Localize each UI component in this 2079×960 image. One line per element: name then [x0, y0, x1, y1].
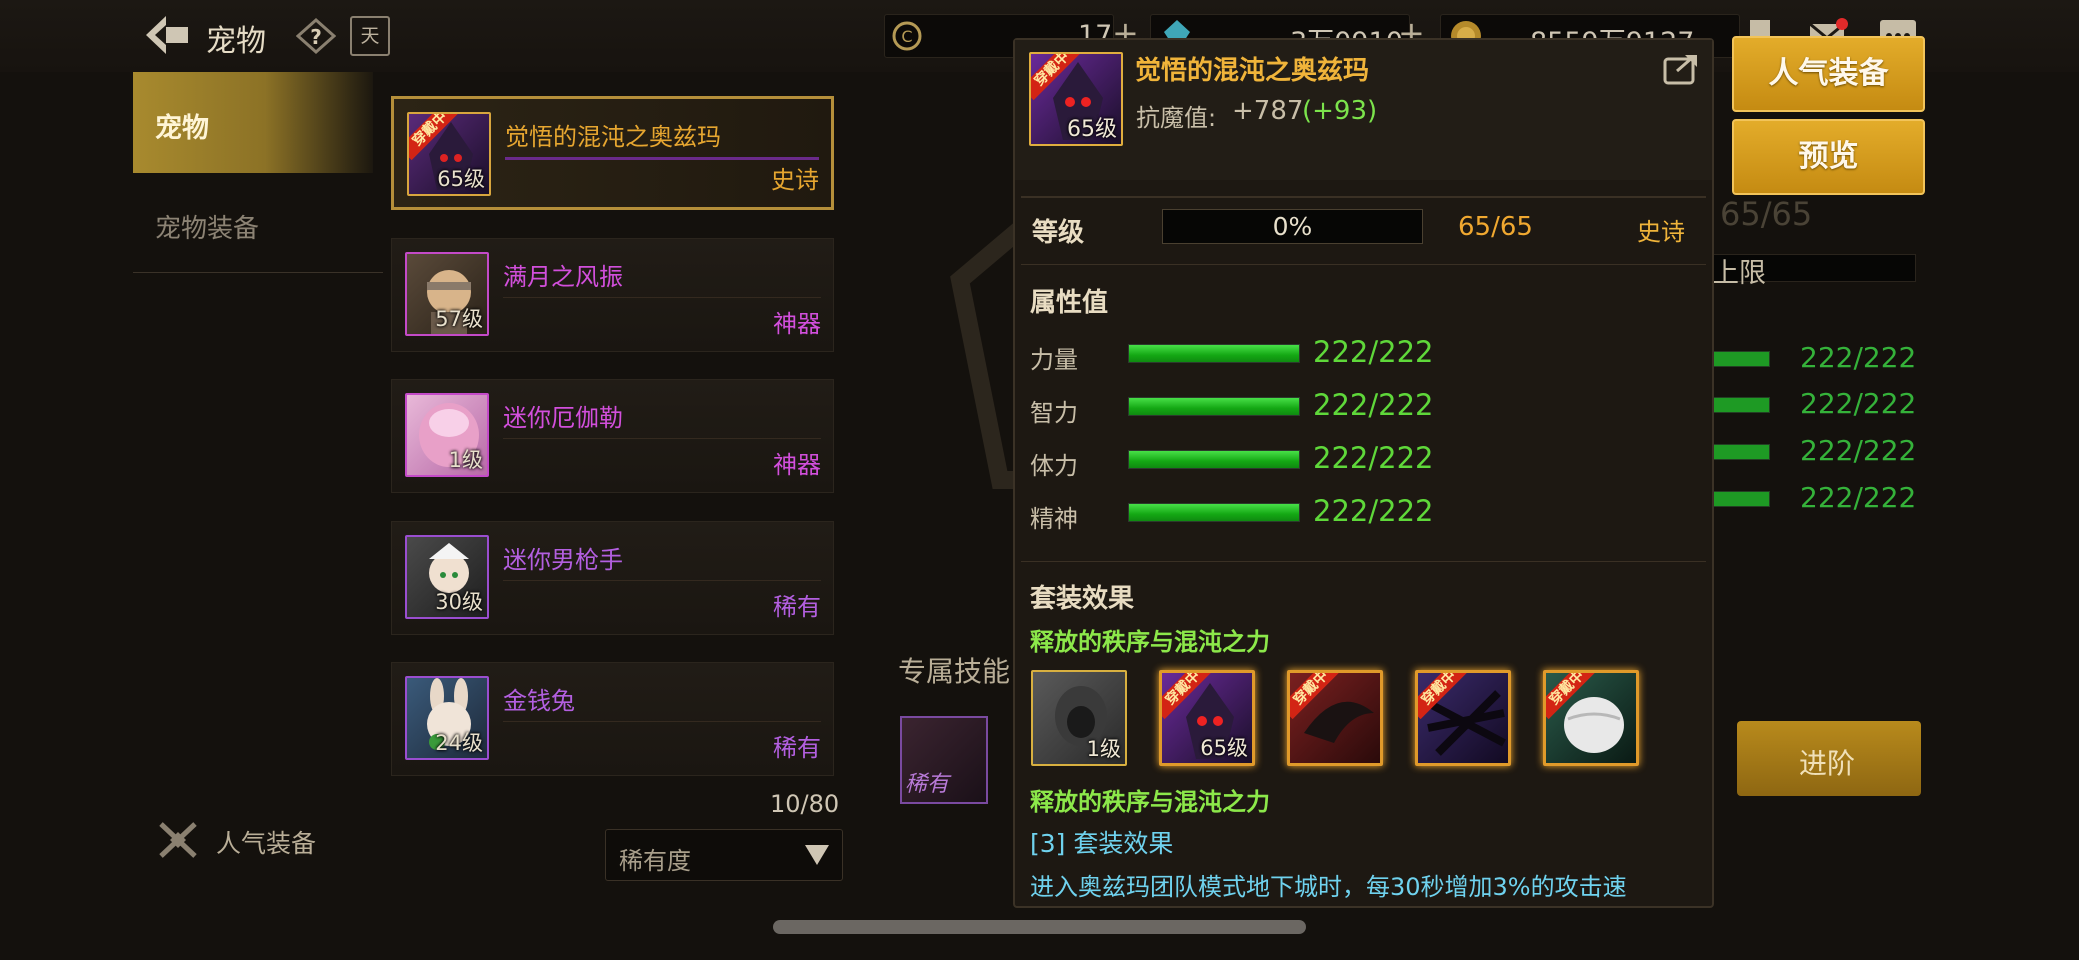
calendar-icon: 天	[360, 25, 380, 47]
stat-value: 222/222	[1313, 441, 1434, 475]
nav-divider	[133, 272, 383, 273]
set-effect-title: 套装效果	[1030, 584, 1135, 614]
resist-bonus: (+93)	[1302, 96, 1378, 126]
pet-list-item[interactable]: 24级 金钱兔 稀有	[391, 662, 834, 776]
stat-value: 222/222	[1313, 388, 1434, 422]
share-icon	[1663, 55, 1697, 85]
bg-stat-value: 222/222	[1800, 341, 1917, 374]
pet-avatar: 24级	[405, 676, 489, 760]
bg-stat-value: 222/222	[1800, 387, 1917, 420]
resist-label: 抗魔值:	[1136, 104, 1217, 132]
pet-divider	[503, 580, 821, 581]
set-item[interactable]: 1级	[1031, 670, 1127, 766]
pet-name: 迷你男枪手	[503, 546, 623, 574]
stat-bar	[1128, 397, 1300, 416]
pet-divider	[503, 297, 821, 298]
pet-rarity: 史诗	[771, 166, 819, 194]
popup-divider	[1021, 561, 1706, 562]
set-item-level: 1级	[1086, 737, 1121, 761]
bg-level-text: 65/65	[1720, 195, 1813, 233]
bg-limit-label: 上限	[1712, 258, 1766, 289]
help-button[interactable]: ?	[295, 17, 337, 55]
share-button[interactable]	[1663, 53, 1699, 85]
bg-stat-value: 222/222	[1800, 481, 1917, 514]
sort-select-value: 稀有度	[619, 847, 691, 875]
pet-rarity: 神器	[773, 451, 821, 479]
pet-level: 1级	[448, 448, 483, 472]
popular-equipment-button[interactable]: 人气装备	[1732, 36, 1925, 112]
pet-name: 满月之风振	[503, 263, 623, 291]
popup-divider	[1021, 196, 1706, 198]
nav-item-pet-label: 宠物	[155, 113, 209, 144]
set-item-level: 65级	[1200, 736, 1248, 760]
exclusive-skill-title: 专属技能	[898, 655, 1011, 688]
pet-level: 24级	[435, 731, 483, 755]
pet-divider	[503, 438, 821, 439]
pet-name: 迷你厄伽勒	[503, 404, 623, 432]
pet-count: 10/80	[770, 790, 840, 818]
pet-list-item[interactable]: 30级 迷你男枪手 稀有	[391, 521, 834, 635]
resist-value: +787	[1232, 96, 1304, 126]
back-button[interactable]	[142, 12, 194, 58]
stat-bar	[1128, 450, 1300, 469]
exclusive-skill-rarity: 稀有	[905, 772, 950, 797]
level-label: 等级	[1032, 218, 1085, 248]
pet-level: 57级	[435, 307, 483, 331]
level-percent: 0%	[1272, 212, 1313, 241]
stat-name: 力量	[1030, 346, 1078, 374]
pet-name: 金钱兔	[503, 687, 575, 715]
pet-avatar: 穿戴中 65级	[407, 112, 491, 196]
pet-avatar: 30级	[405, 535, 489, 619]
stat-name: 智力	[1030, 399, 1078, 427]
bg-stat-value: 222/222	[1800, 434, 1917, 467]
pet-rarity: 神器	[773, 310, 821, 338]
pet-avatar: 1级	[405, 393, 489, 477]
pet-list-item[interactable]: 57级 满月之风振 神器	[391, 238, 834, 352]
crossed-swords-icon	[159, 822, 197, 858]
popup-title: 觉悟的混沌之奥兹玛	[1135, 56, 1370, 86]
coin-c-icon: C	[891, 20, 923, 52]
pet-level: 30级	[435, 590, 483, 614]
nav-popular-equipment-label: 人气装备	[216, 829, 317, 858]
set-item[interactable]: 穿戴中 65级	[1159, 670, 1255, 766]
page-title: 宠物	[206, 24, 266, 59]
nav-item-pet-equipment[interactable]: 宠物装备	[155, 208, 259, 245]
level-value: 65/65	[1458, 212, 1533, 242]
help-icon: ?	[295, 17, 337, 55]
pet-level: 65级	[437, 167, 485, 191]
set-name-secondary: 释放的秩序与混沌之力	[1030, 788, 1270, 816]
set-item[interactable]: 穿戴中	[1287, 670, 1383, 766]
stat-name: 体力	[1030, 452, 1078, 480]
advance-button-label: 进阶	[1799, 747, 1856, 780]
set-effect-count: [3] 套装效果	[1030, 829, 1174, 858]
pet-rarity: 稀有	[773, 593, 821, 621]
level-rarity: 史诗	[1637, 218, 1685, 246]
pet-avatar: 57级	[405, 252, 489, 336]
pet-list-item[interactable]: 1级 迷你厄伽勒 神器	[391, 379, 834, 493]
attributes-title: 属性值	[1030, 288, 1109, 318]
set-item[interactable]: 穿戴中	[1415, 670, 1511, 766]
popup-pet-level: 65级	[1067, 117, 1117, 142]
dropdown-arrow-icon	[805, 845, 829, 865]
stat-bar	[1128, 503, 1300, 522]
help-icon-glyph: ?	[310, 25, 322, 49]
stat-value: 222/222	[1313, 494, 1434, 528]
set-name: 释放的秩序与混沌之力	[1030, 628, 1270, 656]
popup-divider	[1021, 264, 1706, 265]
pet-name: 觉悟的混沌之奥兹玛	[505, 123, 721, 151]
stat-name: 精神	[1030, 505, 1078, 533]
home-indicator[interactable]	[773, 920, 1306, 934]
set-item[interactable]: 穿戴中	[1543, 670, 1639, 766]
calendar-button[interactable]: 天	[350, 16, 390, 56]
back-arrow-icon	[146, 16, 188, 54]
pet-rarity: 稀有	[773, 734, 821, 762]
pet-divider	[503, 721, 821, 722]
preview-button[interactable]: 预览	[1732, 119, 1925, 195]
set-effect-description: 进入奥兹玛团队模式地下城时，每30秒增加3%的攻击速	[1030, 873, 1627, 901]
stat-value: 222/222	[1313, 335, 1434, 369]
stat-bar	[1128, 344, 1300, 363]
svg-text:C: C	[901, 27, 912, 46]
pet-list-item[interactable]: 穿戴中 65级 觉悟的混沌之奥兹玛 史诗	[391, 96, 834, 210]
popup-pet-icon: 穿戴中 65级	[1029, 52, 1123, 146]
